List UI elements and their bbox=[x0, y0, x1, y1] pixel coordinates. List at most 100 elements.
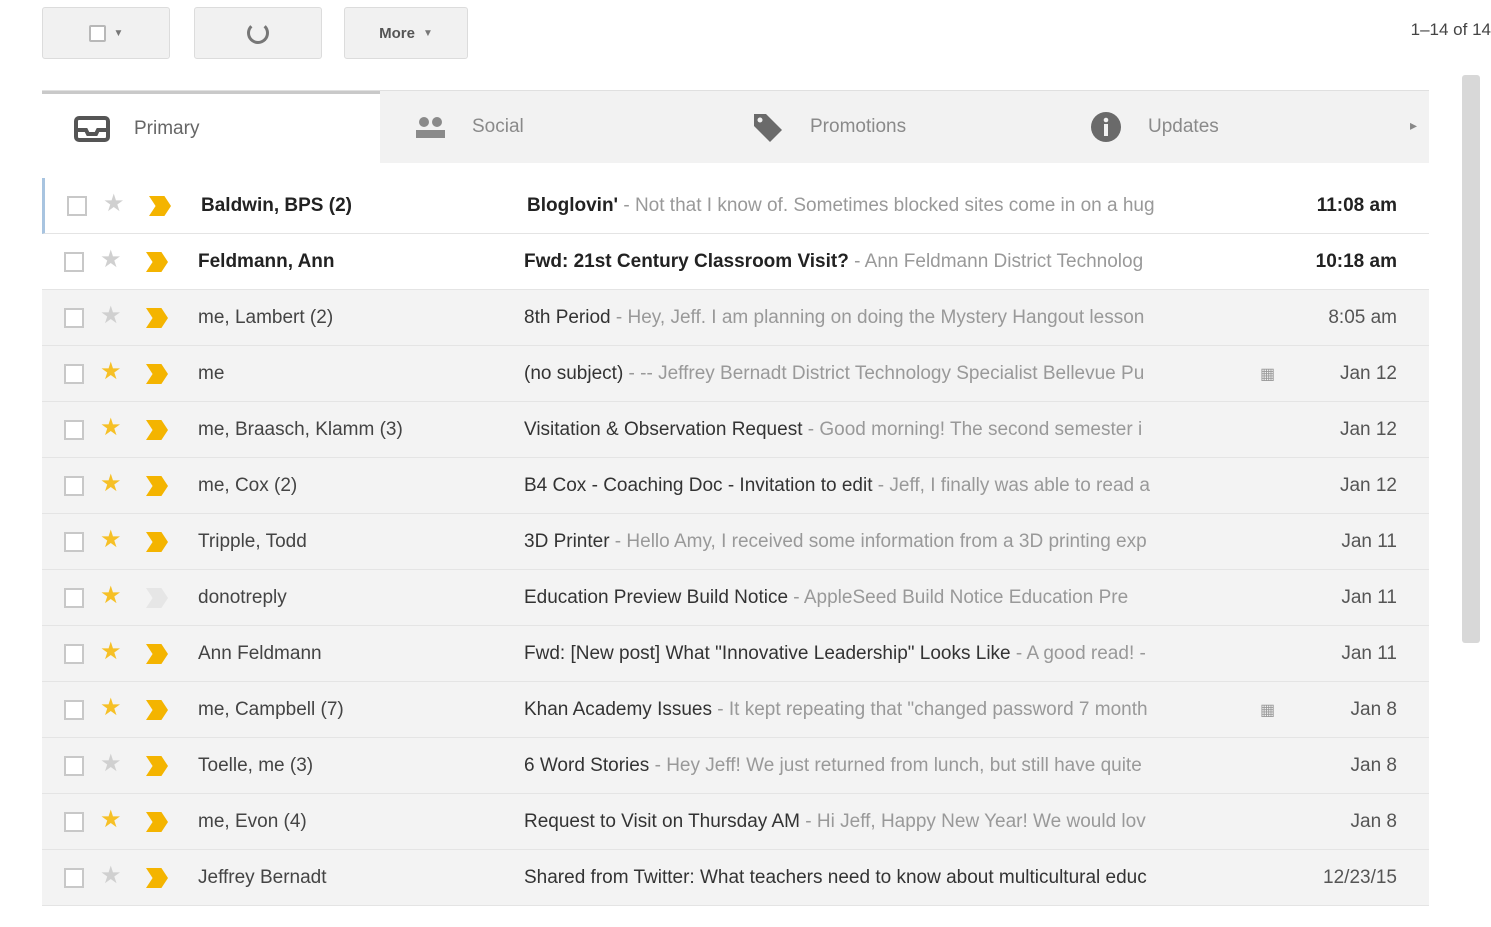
row-checkbox[interactable] bbox=[64, 756, 84, 776]
star-icon[interactable]: ★ bbox=[100, 472, 122, 496]
star-icon[interactable]: ★ bbox=[100, 248, 122, 272]
row-checkbox[interactable] bbox=[64, 812, 84, 832]
email-row[interactable]: ★ Jeffrey Bernadt Shared from Twitter: Wha… bbox=[42, 850, 1429, 906]
row-checkbox[interactable] bbox=[64, 588, 84, 608]
sender: Ann Feldmann bbox=[198, 642, 322, 664]
row-checkbox[interactable] bbox=[64, 644, 84, 664]
date: 12/23/15 bbox=[1323, 866, 1397, 888]
date: Jan 8 bbox=[1350, 698, 1397, 720]
snippet: - AppleSeed Build Notice Education Pre bbox=[788, 586, 1129, 608]
star-icon[interactable]: ★ bbox=[100, 640, 122, 664]
importance-marker-icon[interactable] bbox=[149, 196, 171, 216]
star-icon[interactable]: ★ bbox=[103, 192, 125, 216]
row-checkbox[interactable] bbox=[64, 700, 84, 720]
importance-marker-icon[interactable] bbox=[146, 420, 168, 440]
row-checkbox[interactable] bbox=[67, 196, 87, 216]
tab-promotions[interactable]: Promotions bbox=[718, 91, 1056, 163]
importance-marker-icon[interactable] bbox=[146, 700, 168, 720]
tab-label: Social bbox=[472, 116, 524, 137]
importance-marker-icon[interactable] bbox=[146, 308, 168, 328]
tab-updates[interactable]: Updates bbox=[1056, 91, 1394, 163]
importance-marker-icon[interactable] bbox=[146, 364, 168, 384]
email-row[interactable]: ★ Feldmann, Ann Fwd: 21st Century Classroo… bbox=[42, 234, 1429, 290]
importance-marker-icon[interactable] bbox=[146, 756, 168, 776]
email-row[interactable]: ★ Ann Feldmann Fwd: [New post] What "Innov… bbox=[42, 626, 1429, 682]
email-row[interactable]: ★ me, Evon (4) Request to Visit on Thursda… bbox=[42, 794, 1429, 850]
snippet: - Hello Amy, I received some information… bbox=[609, 530, 1147, 552]
tab-primary[interactable]: Primary bbox=[42, 91, 380, 163]
email-row[interactable]: ★ me, Braasch, Klamm (3) Visitation & Obse… bbox=[42, 402, 1429, 458]
date: Jan 12 bbox=[1339, 418, 1397, 440]
subject: Fwd: 21st Century Classroom Visit? bbox=[524, 250, 849, 272]
subject: 3D Printer bbox=[524, 530, 610, 552]
subject-line: Fwd: [New post] What "Innovative Leaders… bbox=[524, 643, 1248, 665]
email-row[interactable]: ★ me, Cox (2) B4 Cox - Coaching Doc - Invi… bbox=[42, 458, 1429, 514]
subject-line: Shared from Twitter: What teachers need … bbox=[524, 867, 1248, 889]
row-checkbox[interactable] bbox=[64, 420, 84, 440]
tab-label: Promotions bbox=[810, 116, 907, 137]
email-row[interactable]: ★ me (no subject) - -- Jeffrey Bernadt Dis… bbox=[42, 346, 1429, 402]
row-checkbox[interactable] bbox=[64, 868, 84, 888]
row-checkbox[interactable] bbox=[64, 476, 84, 496]
star-icon[interactable]: ★ bbox=[100, 360, 122, 384]
snippet: - A good read! - bbox=[1010, 642, 1146, 664]
date: Jan 11 bbox=[1341, 530, 1397, 552]
snippet: - It kept repeating that "changed passwo… bbox=[712, 698, 1148, 720]
tab-social[interactable]: Social bbox=[380, 91, 718, 163]
email-row[interactable]: ★ me, Lambert (2) 8th Period - Hey, Jeff. … bbox=[42, 290, 1429, 346]
subject: 6 Word Stories bbox=[524, 754, 650, 776]
star-icon[interactable]: ★ bbox=[100, 752, 122, 776]
more-button[interactable]: More ▼ bbox=[344, 7, 468, 59]
refresh-icon bbox=[247, 22, 269, 44]
subject: Request to Visit on Thursday AM bbox=[524, 810, 801, 832]
importance-marker-icon[interactable] bbox=[146, 252, 168, 272]
email-list: ★ Baldwin, BPS (2) Bloglovin' - Not that I… bbox=[42, 178, 1429, 906]
email-row[interactable]: ★ donotreply Education Preview Build Notic… bbox=[42, 570, 1429, 626]
subject-line: 8th Period - Hey, Jeff. I am planning on… bbox=[524, 307, 1248, 329]
star-icon[interactable]: ★ bbox=[100, 528, 122, 552]
email-row[interactable]: ★ Tripple, Todd 3D Printer - Hello Amy, I … bbox=[42, 514, 1429, 570]
snippet: - Jeff, I finally was able to read a bbox=[872, 474, 1150, 496]
star-icon[interactable]: ★ bbox=[100, 696, 122, 720]
scrollbar[interactable] bbox=[1462, 75, 1480, 643]
select-all-button[interactable]: ▼ bbox=[42, 7, 170, 59]
importance-marker-icon[interactable] bbox=[146, 532, 168, 552]
select-checkbox[interactable] bbox=[88, 24, 106, 42]
tab-label: Updates bbox=[1148, 116, 1219, 137]
star-icon[interactable]: ★ bbox=[100, 864, 122, 888]
row-checkbox[interactable] bbox=[64, 364, 84, 384]
snippet: - Hey Jeff! We just returned from lunch,… bbox=[649, 754, 1142, 776]
row-checkbox[interactable] bbox=[64, 532, 84, 552]
date: Jan 8 bbox=[1350, 754, 1397, 776]
snippet: - Not that I know of. Sometimes blocked … bbox=[618, 194, 1155, 216]
sender: Tripple, Todd bbox=[198, 530, 307, 552]
importance-marker-icon[interactable] bbox=[146, 476, 168, 496]
subject: Shared from Twitter: What teachers need … bbox=[524, 866, 1147, 888]
importance-marker-icon[interactable] bbox=[146, 868, 168, 888]
star-icon[interactable]: ★ bbox=[100, 416, 122, 440]
email-row[interactable]: ★ Baldwin, BPS (2) Bloglovin' - Not that I… bbox=[42, 178, 1429, 234]
tabs-more-icon[interactable]: ▸ bbox=[1410, 117, 1417, 134]
subject-line: Education Preview Build Notice - AppleSe… bbox=[524, 587, 1248, 609]
star-icon[interactable]: ★ bbox=[100, 808, 122, 832]
toolbar: ▼ More ▼ 1–14 of 14 bbox=[0, 0, 1491, 72]
refresh-button[interactable] bbox=[194, 7, 322, 59]
subject: Visitation & Observation Request bbox=[524, 418, 803, 440]
people-icon bbox=[410, 110, 450, 144]
attachment-icon: ▦ bbox=[1260, 702, 1276, 719]
row-checkbox[interactable] bbox=[64, 308, 84, 328]
sender: me, Evon (4) bbox=[198, 810, 307, 832]
email-row[interactable]: ★ me, Campbell (7) Khan Academy Issues - I… bbox=[42, 682, 1429, 738]
sender: Toelle, me (3) bbox=[198, 754, 314, 776]
importance-marker-icon[interactable] bbox=[146, 588, 168, 608]
subject-line: B4 Cox - Coaching Doc - Invitation to ed… bbox=[524, 475, 1248, 497]
row-checkbox[interactable] bbox=[64, 252, 84, 272]
star-icon[interactable]: ★ bbox=[100, 584, 122, 608]
importance-marker-icon[interactable] bbox=[146, 644, 168, 664]
star-icon[interactable]: ★ bbox=[100, 304, 122, 328]
date: Jan 11 bbox=[1341, 586, 1397, 608]
subject-line: 3D Printer - Hello Amy, I received some … bbox=[524, 531, 1248, 553]
date: 11:08 am bbox=[1316, 194, 1397, 216]
importance-marker-icon[interactable] bbox=[146, 812, 168, 832]
email-row[interactable]: ★ Toelle, me (3) 6 Word Stories - Hey Jeff… bbox=[42, 738, 1429, 794]
